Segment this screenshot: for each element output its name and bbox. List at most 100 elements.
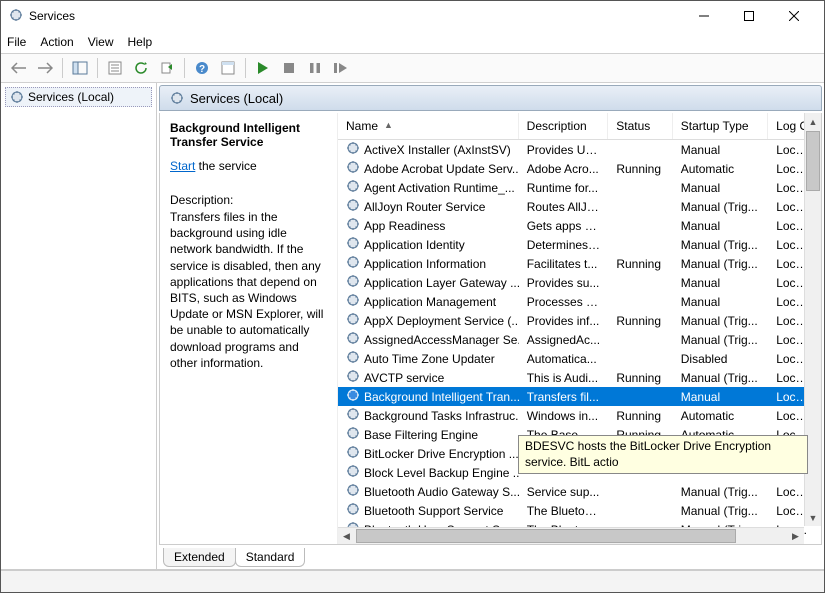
start-service-link[interactable]: Start: [170, 159, 195, 173]
service-icon: [346, 217, 360, 234]
service-row[interactable]: AppX Deployment Service (...Provides inf…: [338, 311, 821, 330]
service-name: Agent Activation Runtime_...: [364, 181, 515, 195]
cell-status: Running: [608, 257, 672, 271]
cell-description: Provides su...: [519, 276, 609, 290]
service-row[interactable]: AllJoyn Router ServiceRoutes AllJo...Man…: [338, 197, 821, 216]
scroll-thumb-h[interactable]: [356, 529, 736, 543]
sort-asc-icon: ▲: [384, 120, 393, 130]
cell-description: Service sup...: [519, 485, 609, 499]
refresh-button[interactable]: [129, 56, 153, 80]
menu-view[interactable]: View: [88, 35, 114, 49]
cell-description: Processes in...: [519, 295, 609, 309]
scroll-left-icon[interactable]: ◀: [338, 528, 355, 544]
restart-service-button[interactable]: [329, 56, 353, 80]
col-header-name[interactable]: Name▲: [338, 113, 519, 139]
help-button[interactable]: ?: [190, 56, 214, 80]
close-button[interactable]: [771, 2, 816, 30]
cell-name: Application Management: [338, 293, 519, 310]
start-rest-text: the service: [195, 159, 256, 173]
cell-startup: Manual (Trig...: [673, 314, 768, 328]
service-row[interactable]: App ReadinessGets apps re...ManualLocal …: [338, 216, 821, 235]
cell-name: Bluetooth Audio Gateway S...: [338, 483, 519, 500]
services-icon: [9, 8, 23, 25]
service-row[interactable]: Application IdentityDetermines ...Manual…: [338, 235, 821, 254]
service-row[interactable]: Adobe Acrobat Update Serv...Adobe Acro..…: [338, 159, 821, 178]
tree-node-services-local[interactable]: Services (Local): [5, 87, 152, 107]
service-row[interactable]: Application Layer Gateway ...Provides su…: [338, 273, 821, 292]
service-icon: [346, 179, 360, 196]
service-row[interactable]: Auto Time Zone UpdaterAutomatica...Disab…: [338, 349, 821, 368]
cell-description: Routes AllJo...: [519, 200, 609, 214]
service-icon: [346, 274, 360, 291]
horizontal-scrollbar[interactable]: ◀ ▶: [338, 527, 804, 544]
scroll-thumb-v[interactable]: [806, 131, 820, 191]
properties-sheet-button[interactable]: [216, 56, 240, 80]
pane-header-label: Services (Local): [190, 91, 283, 106]
cell-startup: Manual: [673, 295, 768, 309]
cell-startup: Manual (Trig...: [673, 504, 768, 518]
titlebar: Services: [1, 1, 824, 31]
tab-extended[interactable]: Extended: [163, 548, 236, 567]
back-button[interactable]: [7, 56, 31, 80]
service-row[interactable]: Background Tasks Infrastruc...Windows in…: [338, 406, 821, 425]
menu-action[interactable]: Action: [40, 35, 73, 49]
service-row[interactable]: Bluetooth Audio Gateway S...Service sup.…: [338, 482, 821, 501]
cell-name: Agent Activation Runtime_...: [338, 179, 519, 196]
service-icon: [346, 369, 360, 386]
service-row[interactable]: Bluetooth Support ServiceThe Bluetoo...M…: [338, 501, 821, 520]
cell-name: Background Intelligent Tran...: [338, 388, 519, 405]
cell-name: AppX Deployment Service (...: [338, 312, 519, 329]
details-panel: Background Intelligent Transfer Service …: [160, 113, 338, 544]
service-row[interactable]: Application InformationFacilitates t...R…: [338, 254, 821, 273]
maximize-button[interactable]: [726, 2, 771, 30]
cell-name: Background Tasks Infrastruc...: [338, 407, 519, 424]
col-header-startup[interactable]: Startup Type: [673, 113, 768, 139]
service-icon: [346, 464, 360, 481]
tab-standard[interactable]: Standard: [235, 548, 306, 567]
scroll-right-icon[interactable]: ▶: [787, 528, 804, 544]
service-row[interactable]: AssignedAccessManager Se...AssignedAc...…: [338, 330, 821, 349]
service-row[interactable]: Application ManagementProcesses in... Man…: [338, 292, 821, 311]
menu-help[interactable]: Help: [128, 35, 153, 49]
cell-startup: Manual: [673, 219, 768, 233]
forward-button[interactable]: [33, 56, 57, 80]
scroll-up-icon[interactable]: ▲: [805, 113, 821, 130]
cell-startup: Manual (Trig...: [673, 200, 768, 214]
stop-service-button[interactable]: [277, 56, 301, 80]
service-row[interactable]: Agent Activation Runtime_...Runtime for.…: [338, 178, 821, 197]
service-name: App Readiness: [364, 219, 445, 233]
scroll-down-icon[interactable]: ▼: [805, 509, 821, 526]
tooltip: BDESVC hosts the BitLocker Drive Encrypt…: [518, 435, 808, 474]
service-icon: [346, 388, 360, 405]
cell-startup: Manual: [673, 390, 768, 404]
cell-name: AVCTP service: [338, 369, 519, 386]
cell-description: Gets apps re...: [519, 219, 609, 233]
service-row[interactable]: Background Intelligent Tran...Transfers …: [338, 387, 821, 406]
service-name: Block Level Backup Engine ...: [364, 466, 519, 480]
start-service-button[interactable]: [251, 56, 275, 80]
service-row[interactable]: AVCTP serviceThis is Audi...RunningManua…: [338, 368, 821, 387]
show-hide-tree-button[interactable]: [68, 56, 92, 80]
service-icon: [346, 293, 360, 310]
service-name: Background Tasks Infrastruc...: [364, 409, 519, 423]
service-name: Background Intelligent Tran...: [364, 390, 519, 404]
properties-button[interactable]: [103, 56, 127, 80]
description-label: Description:: [170, 193, 327, 207]
minimize-button[interactable]: [681, 2, 726, 30]
cell-status: Running: [608, 371, 672, 385]
cell-startup: Manual (Trig...: [673, 485, 768, 499]
cell-description: Automatica...: [519, 352, 609, 366]
col-header-description[interactable]: Description: [519, 113, 609, 139]
service-name: Auto Time Zone Updater: [364, 352, 495, 366]
menu-file[interactable]: File: [7, 35, 26, 49]
service-row[interactable]: ActiveX Installer (AxInstSV)Provides Us.…: [338, 140, 821, 159]
cell-name: AssignedAccessManager Se...: [338, 331, 519, 348]
col-header-status[interactable]: Status: [608, 113, 672, 139]
toolbar: ?: [1, 53, 824, 83]
export-button[interactable]: [155, 56, 179, 80]
cell-startup: Automatic: [673, 162, 768, 176]
cell-name: Block Level Backup Engine ...: [338, 464, 519, 481]
pause-service-button[interactable]: [303, 56, 327, 80]
cell-startup: Manual (Trig...: [673, 333, 768, 347]
description-text: Transfers files in the background using …: [170, 209, 327, 371]
